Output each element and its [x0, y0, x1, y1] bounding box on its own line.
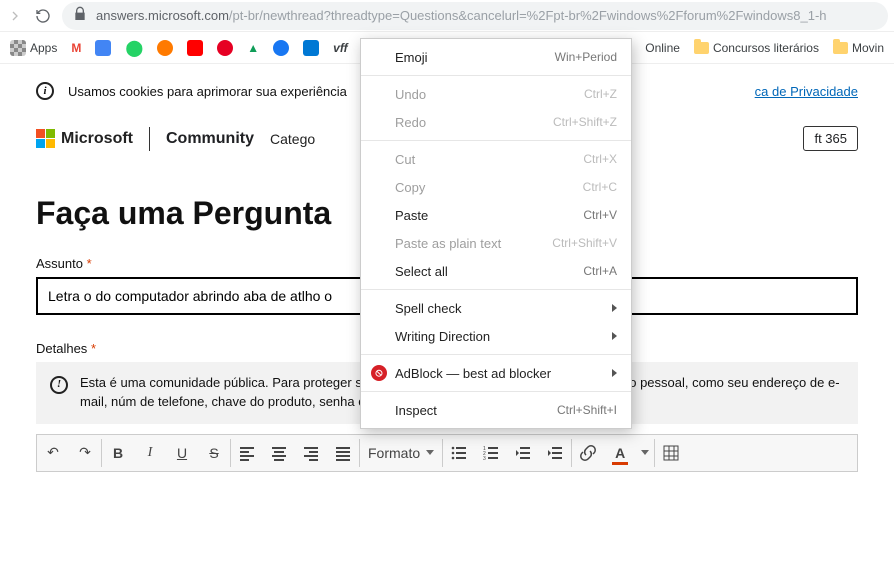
microsoft-logo[interactable]: Microsoft [36, 129, 133, 148]
chevron-right-icon [612, 304, 617, 312]
svg-text:3: 3 [483, 456, 486, 461]
bookmark-generic1[interactable] [157, 40, 173, 56]
ctx-redo[interactable]: RedoCtrl+Shift+Z [361, 108, 631, 136]
ctx-paste[interactable]: PasteCtrl+V [361, 201, 631, 229]
redo-button[interactable]: ↷ [69, 435, 101, 471]
url-text: answers.microsoft.com/pt-br/newthread?th… [96, 8, 827, 23]
bookmark-whatsapp[interactable]: ⬤ [125, 38, 143, 58]
align-justify-button[interactable] [327, 435, 359, 471]
ctx-cut[interactable]: CutCtrl+X [361, 145, 631, 173]
ctx-copy[interactable]: CopyCtrl+C [361, 173, 631, 201]
privacy-link[interactable]: ca de Privacidade [755, 84, 858, 99]
context-menu: EmojiWin+Period UndoCtrl+Z RedoCtrl+Shif… [360, 38, 632, 429]
bookmark-outlook[interactable] [303, 40, 319, 56]
address-bar[interactable]: answers.microsoft.com/pt-br/newthread?th… [62, 2, 888, 30]
ctx-emoji[interactable]: EmojiWin+Period [361, 43, 631, 71]
community-label[interactable]: Community [166, 130, 254, 148]
bold-button[interactable]: B [102, 435, 134, 471]
ctx-select-all[interactable]: Select allCtrl+A [361, 257, 631, 285]
ctx-undo[interactable]: UndoCtrl+Z [361, 80, 631, 108]
bookmark-translate[interactable] [95, 40, 111, 56]
ctx-paste-plain[interactable]: Paste as plain textCtrl+Shift+V [361, 229, 631, 257]
bookmark-online[interactable]: Online [645, 41, 680, 55]
chevron-right-icon [612, 369, 617, 377]
divider [149, 127, 150, 151]
microsoft-logo-icon [36, 129, 55, 148]
adblock-icon: ⦸ [371, 365, 387, 381]
align-center-button[interactable] [263, 435, 295, 471]
ctx-inspect[interactable]: InspectCtrl+Shift+I [361, 396, 631, 424]
ctx-adblock[interactable]: ⦸AdBlock — best ad blocker [361, 359, 631, 387]
link-button[interactable] [572, 435, 604, 471]
cookie-text: Usamos cookies para aprimorar sua experi… [68, 84, 347, 99]
text-color-expand[interactable] [636, 435, 654, 471]
text-color-button[interactable]: A [604, 435, 636, 471]
office365-pill[interactable]: ft 365 [803, 126, 858, 151]
categories-link[interactable]: Catego [270, 131, 315, 147]
bookmark-facebook[interactable] [273, 40, 289, 56]
reload-button[interactable] [34, 7, 52, 25]
bookmark-vff[interactable]: vff [333, 41, 347, 55]
editor-toolbar: ↶ ↷ B I U S Formato 123 A [36, 434, 858, 472]
chevron-right-icon [612, 332, 617, 340]
bookmark-drive[interactable]: ▲ [247, 41, 259, 55]
bookmark-pinterest[interactable] [217, 40, 233, 56]
align-right-button[interactable] [295, 435, 327, 471]
align-left-button[interactable] [231, 435, 263, 471]
outdent-button[interactable] [507, 435, 539, 471]
format-dropdown[interactable]: Formato [360, 445, 442, 461]
strike-button[interactable]: S [198, 435, 230, 471]
apps-button[interactable]: Apps [10, 40, 57, 56]
bookmark-gmail[interactable]: M [71, 41, 81, 55]
browser-toolbar: answers.microsoft.com/pt-br/newthread?th… [0, 0, 894, 32]
underline-button[interactable]: U [166, 435, 198, 471]
warning-icon: ! [50, 376, 68, 394]
bookmark-youtube[interactable] [187, 40, 203, 56]
bullet-list-button[interactable] [443, 435, 475, 471]
forward-button[interactable] [6, 7, 24, 25]
number-list-button[interactable]: 123 [475, 435, 507, 471]
ctx-spell-check[interactable]: Spell check [361, 294, 631, 322]
undo-button[interactable]: ↶ [37, 435, 69, 471]
lock-icon [72, 6, 88, 25]
info-icon: i [36, 82, 54, 100]
table-button[interactable] [655, 435, 687, 471]
bookmark-folder-concursos[interactable]: Concursos literários [694, 41, 819, 55]
indent-button[interactable] [539, 435, 571, 471]
bookmark-folder-movin[interactable]: Movin [833, 41, 884, 55]
italic-button[interactable]: I [134, 435, 166, 471]
ctx-writing-direction[interactable]: Writing Direction [361, 322, 631, 350]
